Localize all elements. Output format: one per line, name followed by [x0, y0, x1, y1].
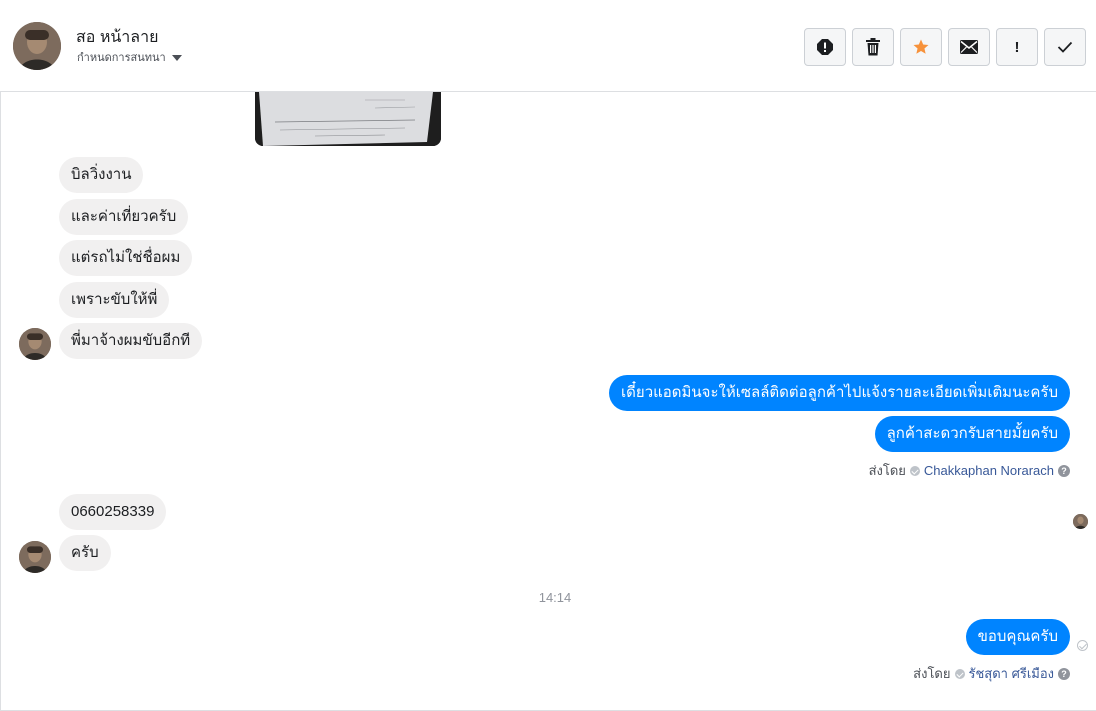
follow-up-button[interactable]: !	[996, 28, 1038, 66]
incoming-message[interactable]: 0660258339	[59, 494, 167, 530]
delivered-check-icon	[1077, 640, 1088, 651]
check-icon	[1057, 41, 1073, 53]
mark-done-button[interactable]	[1044, 28, 1086, 66]
alert-circle-icon	[817, 39, 833, 55]
contact-avatar[interactable]	[13, 22, 61, 70]
contact-name[interactable]: สอ หน้าลาย	[76, 25, 158, 50]
conversation-toolbar: !	[804, 28, 1086, 66]
sender-avatar[interactable]	[19, 328, 51, 360]
shared-photo-thumbnail[interactable]	[255, 92, 441, 146]
incoming-message[interactable]: แต่รถไม่ใช่ชื่อผม	[59, 240, 193, 276]
mark-unread-button[interactable]	[948, 28, 990, 66]
sent-by-info: ส่งโดย รัชสุดา ศรีเมือง ?	[913, 663, 1070, 684]
incoming-message[interactable]: พี่มาจ้างผมขับอีกที	[59, 323, 203, 359]
check-circle-icon	[909, 465, 920, 476]
incoming-message[interactable]: และค่าเที่ยวครับ	[59, 199, 189, 235]
incoming-message[interactable]: บิลวิ่งงาน	[59, 157, 144, 193]
conversation-header: สอ หน้าลาย กำหนดการสนทนา !	[0, 0, 1096, 92]
caret-down-icon	[171, 54, 182, 61]
star-button[interactable]	[900, 28, 942, 66]
sender-avatar[interactable]	[19, 541, 51, 573]
outgoing-message[interactable]: ลูกค้าสะดวกรับสายมั้ยครับ	[874, 416, 1070, 452]
conversation-thread: บิลวิ่งงาน และค่าเที่ยวครับ แต่รถไม่ใช่ช…	[0, 92, 1096, 711]
trash-icon	[866, 38, 880, 56]
outgoing-message[interactable]: เดี๋ยวแอดมินจะให้เซลล์ติดต่อลูกค้าไปแจ้ง…	[609, 375, 1070, 411]
check-circle-icon	[954, 668, 965, 679]
delete-button[interactable]	[852, 28, 894, 66]
incoming-message[interactable]: เพราะขับให้พี่	[59, 282, 170, 318]
seen-avatar	[1073, 514, 1088, 529]
assign-conversation-label: กำหนดการสนทนา	[77, 52, 166, 64]
outgoing-message[interactable]: ขอบคุณครับ	[965, 619, 1070, 655]
incoming-message[interactable]: ครับ	[59, 535, 111, 571]
assign-conversation-dropdown[interactable]: กำหนดการสนทนา	[77, 48, 182, 66]
star-icon	[913, 39, 929, 54]
sent-by-agent-link[interactable]: Chakkaphan Norarach	[924, 463, 1054, 478]
help-icon[interactable]: ?	[1058, 667, 1070, 680]
help-icon[interactable]: ?	[1058, 464, 1070, 477]
sent-by-agent-link[interactable]: รัชสุดา ศรีเมือง	[969, 663, 1055, 684]
alert-circle-button[interactable]	[804, 28, 846, 66]
envelope-icon	[960, 40, 978, 54]
message-timestamp: 14:14	[538, 590, 572, 605]
sent-by-prefix: ส่งโดย	[868, 463, 906, 478]
exclamation-icon: !	[1014, 38, 1020, 56]
sent-by-info: ส่งโดย Chakkaphan Norarach ?	[869, 460, 1070, 481]
sent-by-prefix: ส่งโดย	[913, 666, 951, 681]
